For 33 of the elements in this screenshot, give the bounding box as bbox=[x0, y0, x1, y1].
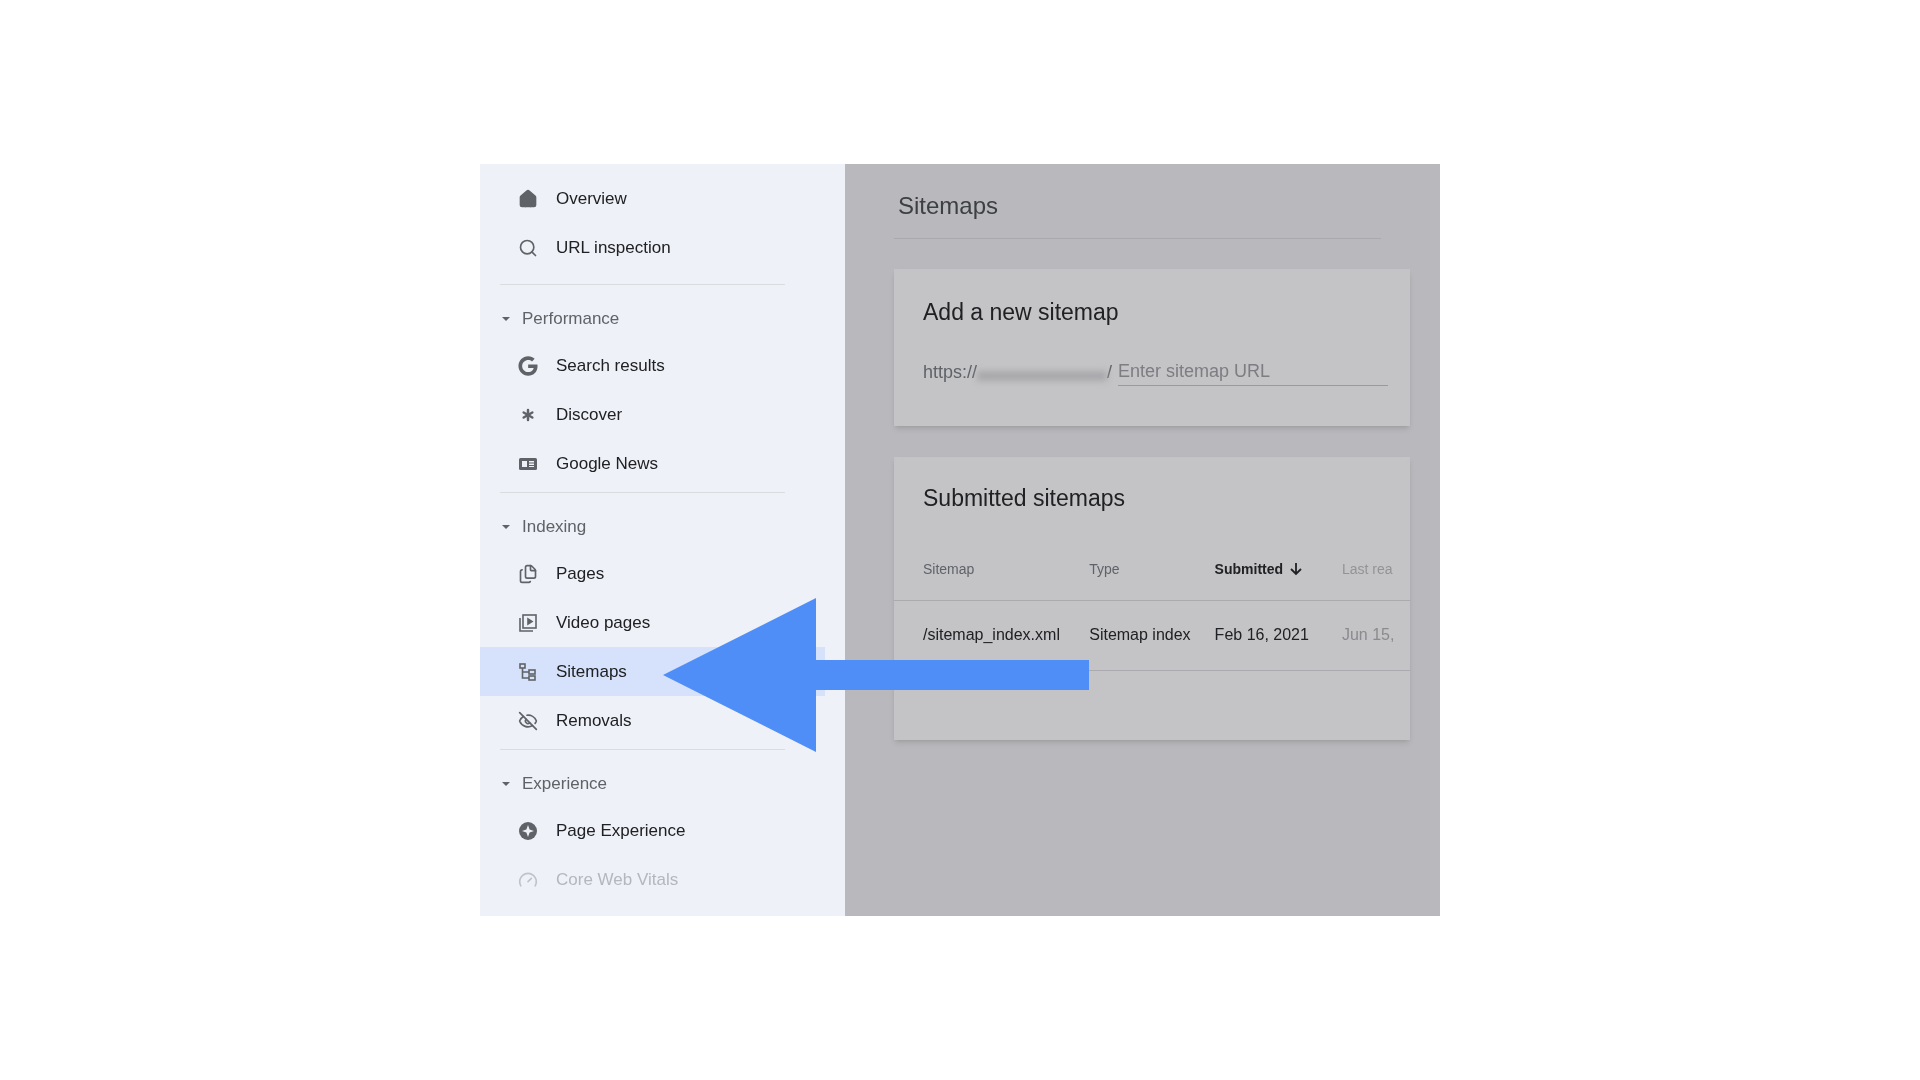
section-header[interactable]: Indexing bbox=[498, 505, 587, 549]
nav-item[interactable]: Search results bbox=[480, 341, 740, 390]
nav-item[interactable]: Google News bbox=[480, 439, 740, 488]
nav-item[interactable]: Overview bbox=[480, 174, 740, 223]
video-page-icon bbox=[518, 612, 538, 633]
card-title: Submitted sitemaps bbox=[922, 484, 1126, 513]
url-suffix: / bbox=[1107, 360, 1113, 384]
card-title: Add a new sitemap bbox=[923, 298, 1120, 327]
table-cell-text: Sitemap index bbox=[1089, 625, 1192, 645]
star-badge-icon bbox=[518, 820, 538, 841]
table-cell-text: /sitemap_index.xml bbox=[923, 625, 1061, 645]
section-header[interactable]: Performance bbox=[498, 297, 620, 341]
nav-item[interactable]: URL inspection bbox=[480, 223, 740, 272]
nav-item[interactable]: Discover bbox=[480, 390, 740, 439]
home-icon bbox=[518, 188, 538, 209]
url-prefix: https:// bbox=[923, 360, 978, 384]
column-header[interactable]: Submitted bbox=[1214, 558, 1342, 580]
column-header[interactable]: Sitemap bbox=[923, 558, 1090, 580]
sitemap-tree-icon bbox=[518, 661, 538, 682]
nav-item[interactable]: Video pages bbox=[480, 598, 740, 647]
sort-down-icon bbox=[1289, 562, 1304, 576]
nav-item[interactable]: Removals bbox=[480, 696, 740, 745]
eye-off-icon bbox=[518, 710, 538, 731]
table-cell-text: Jun 15, bbox=[1341, 625, 1396, 645]
section-header[interactable]: Experience bbox=[498, 762, 608, 806]
nav-item[interactable]: Page Experience bbox=[480, 806, 740, 855]
table-cell-text: Feb 16, 2021 bbox=[1214, 625, 1310, 645]
sitemap-url-field[interactable]: Enter sitemap URL bbox=[1118, 357, 1389, 386]
page-title: Sitemaps bbox=[894, 188, 1381, 239]
search-icon bbox=[518, 237, 538, 258]
google-icon bbox=[518, 355, 538, 376]
pages-icon bbox=[518, 563, 538, 584]
nav-item[interactable]: Pages bbox=[480, 549, 740, 598]
